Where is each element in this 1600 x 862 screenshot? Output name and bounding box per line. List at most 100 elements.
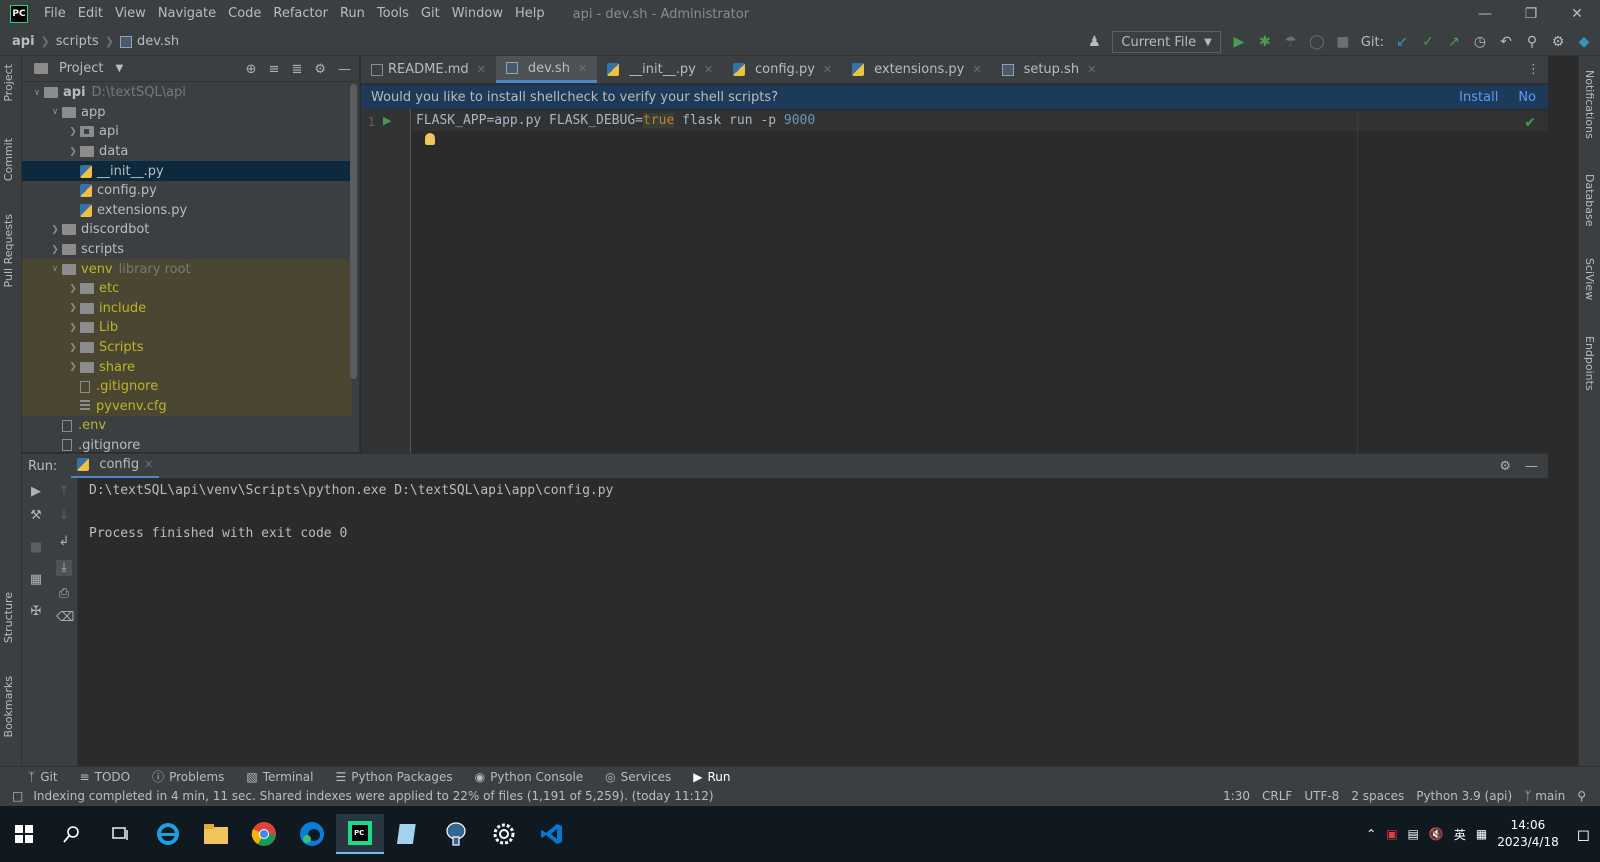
gear-icon[interactable]: ⚙ [1499,459,1511,474]
tree-item[interactable]: ∨ venv library root [22,259,352,279]
jetbrains-space-icon[interactable]: ◆ [1576,34,1592,50]
rollback-icon[interactable]: ↶ [1498,34,1514,50]
python-interpreter[interactable]: Python 3.9 (api) [1416,789,1512,803]
caret-position[interactable]: 1:30 [1223,789,1250,803]
menu-refactor[interactable]: Refactor [267,0,334,28]
menu-git[interactable]: Git [415,0,446,28]
chevron-right-icon[interactable]: ❯ [66,284,80,294]
git-update-icon[interactable]: ↙ [1394,34,1410,50]
code-editor[interactable]: 1 ▶ FLASK_APP=app.py FLASK_DEBUG=true fl… [361,109,1548,453]
chevron-right-icon[interactable]: ❯ [66,362,80,372]
stripe-tab-bookmarks[interactable]: Bookmarks [2,676,15,737]
security-icon[interactable]: ▣ [1386,827,1397,841]
network-icon[interactable]: ▤ [1408,827,1419,841]
git-branch[interactable]: ᛉ main [1524,789,1565,803]
close-icon[interactable]: ✕ [1087,63,1096,76]
chevron-down-icon[interactable]: ∨ [30,88,44,98]
pycharm-taskbar-icon[interactable]: PC [336,814,384,854]
up-arrow-icon[interactable]: ↑ [56,484,72,500]
console-output[interactable]: D:\textSQL\api\venv\Scripts\python.exe D… [89,480,613,544]
file-explorer-icon[interactable] [192,814,240,854]
profile-icon[interactable]: ◯ [1309,34,1325,50]
breadcrumb-file[interactable]: dev.sh [137,34,179,49]
lock-icon[interactable]: ⚲ [1577,789,1586,803]
internet-explorer-icon[interactable] [144,814,192,854]
close-icon[interactable]: ✕ [972,63,981,76]
soft-wrap-icon[interactable]: ↲ [56,534,72,550]
close-icon[interactable]: ✕ [578,62,587,75]
tree-item[interactable]: .gitignore [22,436,352,452]
stripe-tab-pull-requests[interactable]: Pull Requests [2,214,15,287]
indent-setting[interactable]: 2 spaces [1351,789,1404,803]
git-commit-icon[interactable]: ✓ [1420,34,1436,50]
windows-start-icon[interactable] [0,814,48,854]
stripe-tab-database[interactable]: Database [1583,174,1596,227]
task-view-icon[interactable] [96,814,144,854]
minimize-button[interactable]: — [1462,0,1508,28]
layout-icon[interactable]: ▦ [28,572,44,588]
volume-muted-icon[interactable]: 🔇 [1429,827,1444,841]
search-icon[interactable]: ⚲ [1524,34,1540,50]
notification-center-icon[interactable]: ◻ [1577,825,1590,844]
down-arrow-icon[interactable]: ↓ [56,508,72,524]
tool-git[interactable]: ᛉ Git [28,770,58,784]
tree-item[interactable]: ∨ api D:\textSQL\api [22,83,352,103]
run-configuration-select[interactable]: Current File ▼ [1112,31,1221,53]
more-tabs-icon[interactable]: ⋮ [1527,56,1540,84]
search-icon[interactable] [48,814,96,854]
expand-all-icon[interactable]: ≡ [269,62,280,77]
menu-code[interactable]: Code [222,0,267,28]
tree-item[interactable]: ∨ app [22,103,352,123]
run-tab-config[interactable]: config ✕ [71,454,160,479]
settings-gear-icon[interactable] [480,814,528,854]
chevron-up-icon[interactable]: ⌃ [1366,827,1376,841]
code-line[interactable]: FLASK_APP=app.py FLASK_DEBUG=true flask … [416,113,815,128]
rerun-icon[interactable]: ▶ [28,484,44,500]
chevron-right-icon[interactable]: ❯ [66,127,80,137]
stripe-tab-structure[interactable]: Structure [2,592,15,643]
tree-item[interactable]: ❯ Scripts [22,337,352,358]
chevron-right-icon[interactable]: ❯ [66,147,80,157]
postgres-icon[interactable] [432,814,480,854]
tree-item[interactable]: .gitignore [22,376,352,397]
pin-icon[interactable]: ✠ [28,604,44,620]
tree-item[interactable]: pyvenv.cfg [22,396,352,417]
print-icon[interactable]: ⎙ [56,586,72,602]
tree-item[interactable]: ❯ etc [22,278,352,299]
stripe-tab-endpoints[interactable]: Endpoints [1583,336,1596,391]
coverage-icon[interactable]: ☂ [1283,34,1299,50]
tool-terminal[interactable]: ▧ Terminal [246,770,313,784]
chevron-right-icon[interactable]: ❯ [66,343,80,353]
menu-help[interactable]: Help [509,0,551,28]
tree-item[interactable]: ❯ share [22,357,352,377]
tool-python-packages[interactable]: ☰ Python Packages [335,770,452,784]
ime-mode-icon[interactable]: ▦ [1476,827,1487,841]
tree-item[interactable]: config.py [22,181,352,201]
ime-language[interactable]: 英 [1454,826,1466,843]
menu-view[interactable]: View [109,0,152,28]
file-encoding[interactable]: UTF-8 [1304,789,1339,803]
collapse-all-icon[interactable]: ≣ [291,62,302,77]
install-link[interactable]: Install [1459,90,1498,105]
editor-tab[interactable]: config.py ✕ [723,56,842,83]
restore-button[interactable]: ❐ [1508,0,1554,28]
tree-item[interactable]: extensions.py [22,201,352,221]
editor-tab[interactable]: __init__.py ✕ [597,56,723,83]
tree-item[interactable]: ❯ data [22,142,352,162]
chevron-right-icon[interactable]: ❯ [66,303,80,313]
editor-tab[interactable]: README.md ✕ [361,56,496,83]
tree-item[interactable]: ❯ discordbot [22,220,352,240]
stripe-tab-notifications[interactable]: Notifications [1583,70,1596,139]
chevron-down-icon[interactable]: ∨ [48,107,62,117]
tree-item[interactable]: ❯ include [22,298,352,319]
inspection-ok-icon[interactable]: ✔ [1524,115,1536,131]
project-panel-title[interactable]: Project [59,61,103,76]
chrome-icon[interactable] [240,814,288,854]
editor-tab[interactable]: setup.sh ✕ [992,56,1107,83]
menu-tools[interactable]: Tools [371,0,415,28]
status-toggle-icon[interactable]: □ [12,789,23,803]
scroll-to-end-icon[interactable]: ⤓ [56,560,72,576]
stop-icon[interactable]: ■ [1335,34,1351,50]
tree-item[interactable]: ❯ Lib [22,318,352,338]
status-message[interactable]: Indexing completed in 4 min, 11 sec. Sha… [33,789,713,803]
